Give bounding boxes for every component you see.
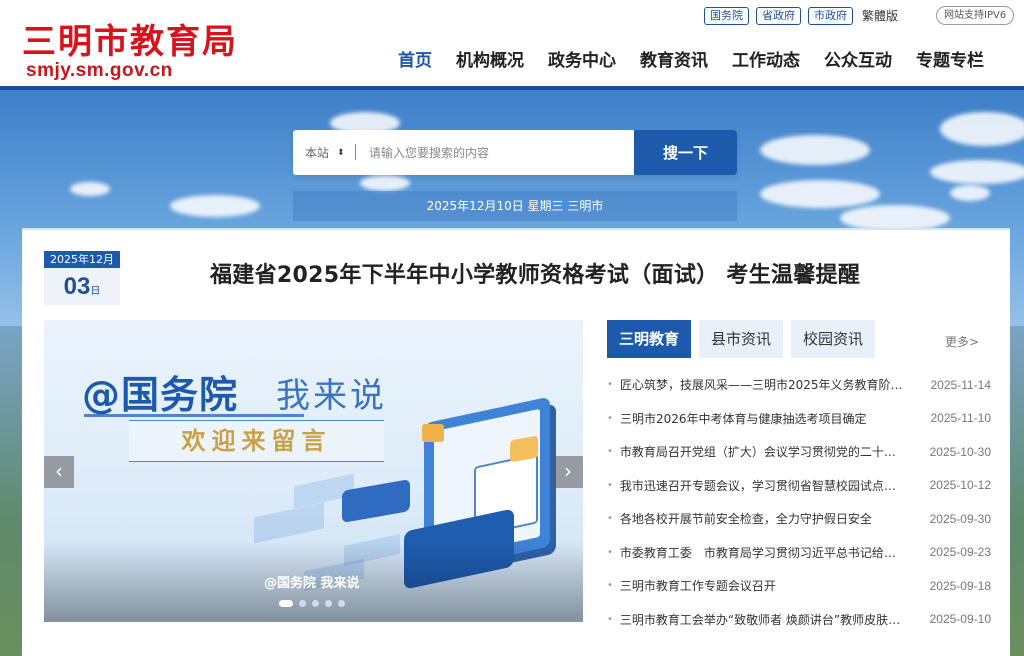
badge-day-unit: 日	[90, 286, 101, 297]
nav-organization[interactable]: 机构概况	[456, 46, 524, 71]
list-item[interactable]: • 各地各校开展节前安全检查，全力守护假日安全 2025-09-30	[607, 502, 991, 536]
news-tabs: 三明教育 县市资讯 校园资讯	[607, 320, 876, 358]
site-logo-title[interactable]: 三明市教育局	[22, 14, 238, 63]
carousel-title-sub: 我来说	[276, 376, 387, 416]
cityscape-right	[1010, 326, 1024, 656]
list-item[interactable]: • 市委教育工委 市教育局学习贯彻习近平总书记给福建师范大学 2025-09-23	[607, 536, 991, 570]
news-date: 2025-09-30	[929, 511, 991, 526]
main-nav: 首页 机构概况 政务中心 教育资讯 工作动态 公众互动 专题专栏	[398, 46, 984, 71]
nav-public-interaction[interactable]: 公众互动	[824, 46, 892, 71]
news-date: 2025-10-12	[929, 478, 991, 493]
badge-month: 2025年12月	[44, 251, 120, 268]
image-carousel[interactable]: @国务院 我来说 欢迎来留言 @国务院 我来说 ‹ ›	[44, 320, 583, 622]
toplink-city[interactable]: 市政府	[808, 7, 853, 25]
cloud-icon	[760, 180, 880, 208]
tab-county-news[interactable]: 县市资讯	[699, 320, 784, 358]
news-title[interactable]: 各地各校开展节前安全检查，全力守护假日安全	[620, 510, 904, 527]
search-bar: 本站 ⬍ 搜一下	[293, 130, 737, 175]
carousel-indicators	[279, 600, 345, 607]
panel-top-border	[22, 228, 1010, 230]
top-links: 国务院 省政府 市政府 繁體版	[704, 7, 901, 25]
carousel-dot[interactable]	[325, 600, 332, 607]
bullet-icon: •	[607, 613, 613, 625]
carousel-dot[interactable]	[338, 600, 345, 607]
carousel-title-main: @国务院	[82, 373, 239, 417]
news-date: 2025-11-14	[930, 377, 992, 392]
news-date: 2025-11-10	[930, 411, 992, 426]
carousel-dot[interactable]	[299, 600, 306, 607]
list-item[interactable]: • 三明市2026年中考体育与健康抽选考项目确定 2025-11-10	[607, 402, 991, 436]
nav-work-updates[interactable]: 工作动态	[732, 46, 800, 71]
cloud-icon	[940, 112, 1024, 146]
search-button[interactable]: 搜一下	[634, 130, 737, 175]
cloud-icon	[70, 182, 110, 196]
traditional-chinese-link[interactable]: 繁體版	[860, 8, 901, 24]
cloud-icon	[760, 135, 870, 165]
tab-sanming-education[interactable]: 三明教育	[607, 320, 692, 358]
list-item[interactable]: • 我市迅速召开专题会议，学习贯彻省智慧校园试点建设推进会精神 2025-10-12	[607, 469, 991, 503]
news-title[interactable]: 三明市教育工会举办“致敬师者 焕颜讲台”教师皮肤管理讲座	[620, 611, 904, 628]
list-item[interactable]: • 匠心筑梦，技展风采——三明市2025年义务教育阶段教师教学技能大赛 2025-1…	[607, 368, 991, 402]
tab-campus-news[interactable]: 校园资讯	[791, 320, 876, 358]
deco-tile	[254, 502, 324, 544]
news-title[interactable]: 三明市教育工作专题会议召开	[620, 577, 904, 594]
bullet-icon: •	[607, 513, 613, 525]
list-item[interactable]: • 三明市教育工会举办“致敬师者 焕颜讲台”教师皮肤管理讲座 2025-09-10	[607, 603, 991, 637]
carousel-tagline: 欢迎来留言	[129, 420, 384, 462]
news-title[interactable]: 市委教育工委 市教育局学习贯彻习近平总书记给福建师范大学	[620, 544, 904, 561]
chevron-right-icon[interactable]: ›	[553, 456, 583, 488]
chat-bubble-icon	[422, 424, 444, 442]
bullet-icon: •	[607, 479, 613, 491]
news-date: 2025-09-23	[929, 545, 991, 560]
search-scope-label: 本站	[305, 146, 330, 160]
cloud-icon	[950, 185, 990, 201]
search-scope-select[interactable]: 本站 ⬍	[293, 130, 355, 175]
cloud-icon	[170, 195, 260, 217]
cloud-icon	[360, 175, 410, 191]
chevron-left-icon[interactable]: ‹	[44, 456, 74, 488]
cloud-icon	[930, 160, 1024, 184]
news-title[interactable]: 我市迅速召开专题会议，学习贯彻省智慧校园试点建设推进会精神	[620, 477, 904, 494]
news-list: • 匠心筑梦，技展风采——三明市2025年义务教育阶段教师教学技能大赛 2025-1…	[607, 368, 991, 636]
search-input[interactable]	[356, 130, 634, 175]
news-title[interactable]: 三明市2026年中考体育与健康抽选考项目确定	[620, 410, 905, 427]
list-item[interactable]: • 三明市教育工作专题会议召开 2025-09-18	[607, 569, 991, 603]
carousel-dot[interactable]	[279, 600, 293, 607]
bullet-icon: •	[607, 546, 613, 558]
toplink-province[interactable]: 省政府	[756, 7, 801, 25]
ipv6-badge: 网站支持IPV6	[936, 6, 1015, 25]
updown-arrow-icon: ⬍	[337, 147, 345, 158]
nav-education-news[interactable]: 教育资讯	[640, 46, 708, 71]
list-item[interactable]: • 市教育局召开党组（扩大）会议学习贯彻党的二十届四中全会精神 2025-10-30	[607, 435, 991, 469]
nav-government-affairs[interactable]: 政务中心	[548, 46, 616, 71]
nav-home[interactable]: 首页	[398, 46, 432, 71]
current-date: 2025年12月10日 星期三 三明市	[293, 191, 737, 221]
bullet-icon: •	[607, 379, 613, 391]
bullet-icon: •	[607, 580, 613, 592]
toplink-state-council[interactable]: 国务院	[704, 7, 749, 25]
more-link[interactable]: 更多>	[945, 333, 979, 350]
headline-title[interactable]: 福建省2025年下半年中小学教师资格考试（面试） 考生温馨提醒	[210, 257, 860, 289]
badge-day: 03日	[44, 268, 120, 305]
carousel-dot[interactable]	[312, 600, 319, 607]
news-date: 2025-09-18	[929, 578, 991, 593]
site-header: 三明市教育局 smjy.sm.gov.cn 国务院 省政府 市政府 繁體版 网站…	[0, 0, 1024, 86]
headline-date-badge: 2025年12月 03日	[44, 251, 120, 305]
nav-special-topics[interactable]: 专题专栏	[916, 46, 984, 71]
badge-day-number: 03	[63, 273, 91, 300]
site-domain: smjy.sm.gov.cn	[26, 60, 173, 81]
news-date: 2025-10-30	[929, 444, 991, 459]
carousel-caption[interactable]: @国务院 我来说	[264, 572, 360, 591]
bullet-icon: •	[607, 412, 613, 424]
news-title[interactable]: 匠心筑梦，技展风采——三明市2025年义务教育阶段教师教学技能大赛	[620, 376, 905, 393]
news-date: 2025-09-10	[929, 612, 991, 627]
news-title[interactable]: 市教育局召开党组（扩大）会议学习贯彻党的二十届四中全会精神	[620, 443, 904, 460]
bullet-icon: •	[607, 446, 613, 458]
